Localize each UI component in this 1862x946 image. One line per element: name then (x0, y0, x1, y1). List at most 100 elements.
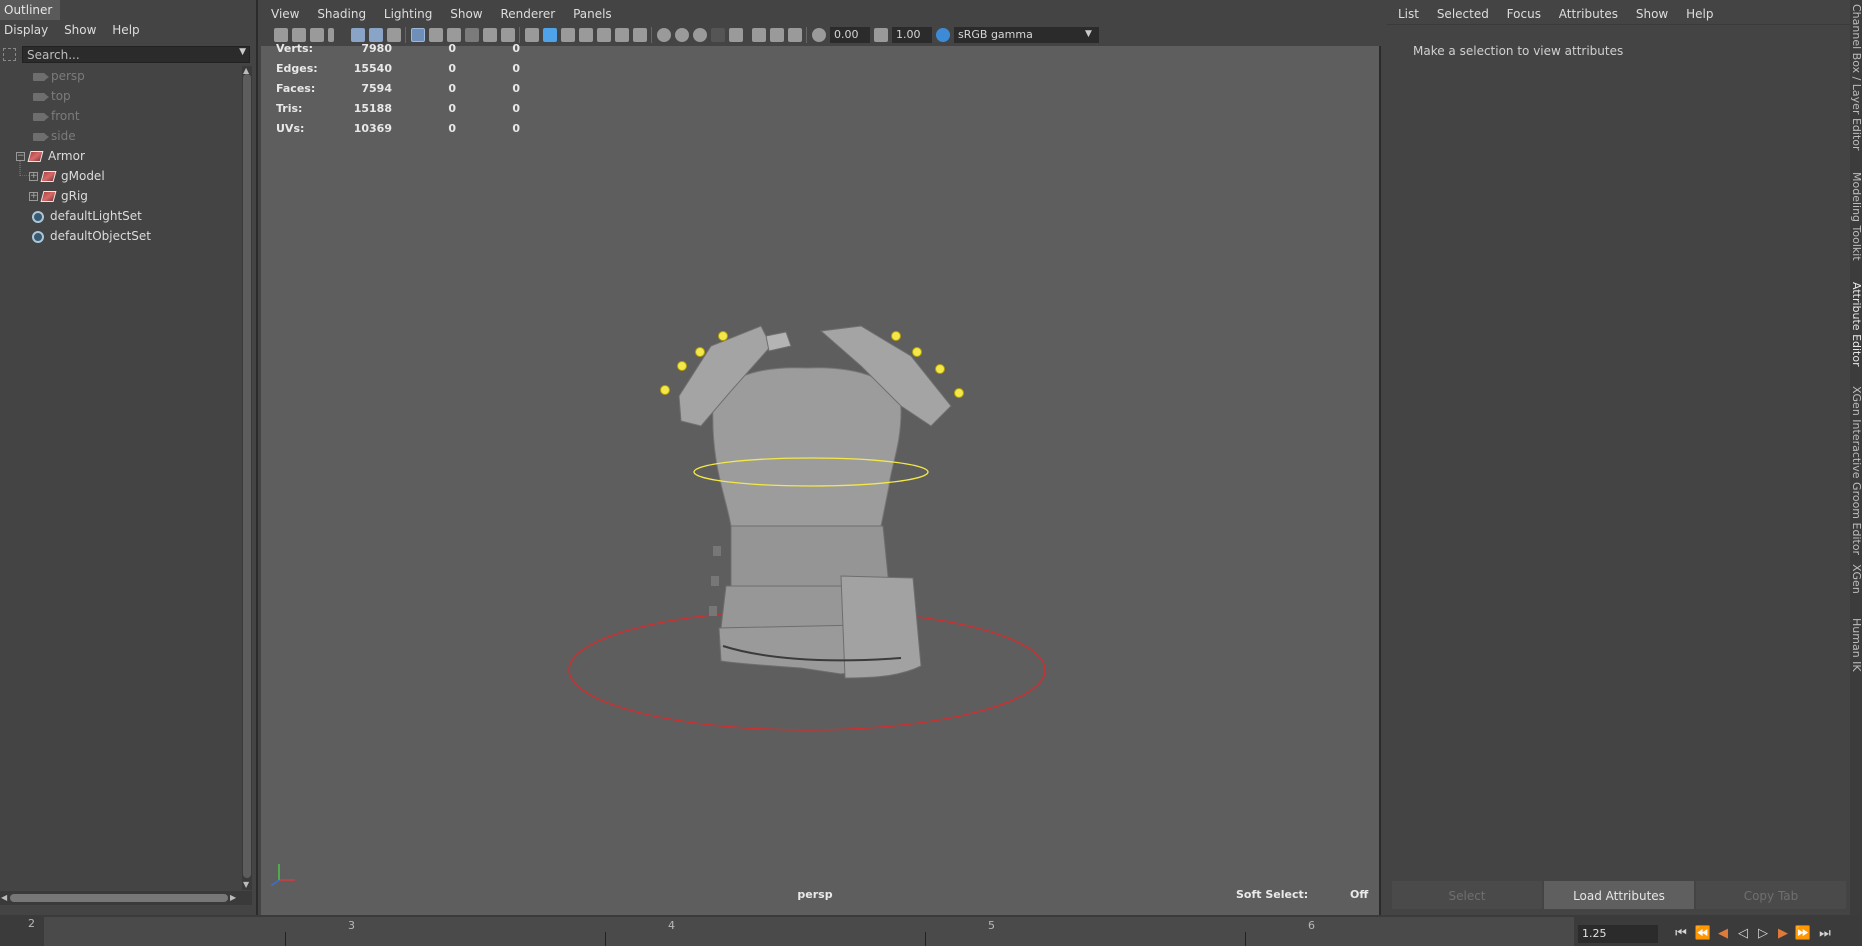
xray-icon[interactable] (729, 28, 743, 42)
isolate-select-icon[interactable] (711, 28, 725, 42)
use-lights-icon[interactable] (597, 28, 611, 42)
camera-name-label: persp (797, 888, 833, 901)
scroll-up-icon[interactable]: ▲ (243, 66, 249, 75)
outliner-menu-display[interactable]: Display (4, 20, 48, 40)
viewport-scene[interactable] (261, 46, 1379, 886)
locator[interactable] (912, 347, 922, 357)
textured-icon[interactable] (579, 28, 593, 42)
expand-icon[interactable]: + (29, 192, 38, 201)
color-management-icon[interactable] (936, 28, 950, 42)
viewport-menu-view[interactable]: View (271, 4, 299, 24)
attribute-editor-menubar: List Selected Focus Attributes Show Help (1387, 4, 1727, 24)
viewport-menubar: View Shading Lighting Show Renderer Pane… (261, 4, 626, 24)
timeline-tick-label: 3 (348, 919, 355, 932)
select-button[interactable]: Select (1392, 881, 1542, 909)
load-attributes-button[interactable]: Load Attributes (1544, 881, 1694, 909)
viewport-menu-show[interactable]: Show (450, 4, 482, 24)
locator[interactable] (660, 385, 670, 395)
locator[interactable] (677, 361, 687, 371)
go-to-start-icon[interactable]: ⏮ (1672, 924, 1690, 944)
exposure-field[interactable]: 0.00 (830, 27, 870, 43)
ambient-occlusion-icon[interactable] (633, 28, 647, 42)
timeline-tick-label: 5 (988, 919, 995, 932)
current-frame-field[interactable]: 1.25 (1578, 925, 1658, 943)
chevron-down-icon[interactable]: ▼ (1085, 29, 1092, 39)
outliner-search-row: ▼ (0, 44, 254, 66)
viewport-menu-shading[interactable]: Shading (317, 4, 366, 24)
tab-xgen[interactable]: XGen (1850, 564, 1862, 594)
play-backwards-icon[interactable]: ◁ (1734, 924, 1752, 944)
empty-selection-message: Make a selection to view attributes (1413, 44, 1624, 58)
exposure-icon[interactable] (812, 28, 826, 42)
filter-options-icon[interactable] (3, 48, 16, 61)
attr-menu-attributes[interactable]: Attributes (1559, 4, 1618, 24)
transform-icon (40, 191, 57, 202)
outliner-tab[interactable]: Outliner (0, 0, 60, 20)
scroll-down-icon[interactable]: ▼ (243, 880, 249, 889)
outliner-item-defaultlightset[interactable]: defaultLightSet (32, 206, 142, 226)
outliner-search-box[interactable]: ▼ (22, 46, 250, 63)
strap (713, 546, 721, 556)
anti-aliasing-icon[interactable] (675, 28, 689, 42)
step-forward-frame-icon[interactable]: ▶ (1774, 924, 1792, 944)
xray-joints-icon[interactable] (752, 28, 766, 42)
tree-connector-lines (19, 161, 29, 176)
outliner-item-defaultobjectset[interactable]: defaultObjectSet (32, 226, 151, 246)
outliner-search-input[interactable] (23, 47, 231, 62)
depth-of-field-icon[interactable] (693, 28, 707, 42)
tab-attribute-editor[interactable]: Attribute Editor (1850, 282, 1862, 367)
locator[interactable] (695, 347, 705, 357)
step-back-key-icon[interactable]: ⏪ (1694, 924, 1712, 944)
smooth-shade-icon[interactable] (543, 28, 557, 42)
divider (1387, 24, 1850, 25)
copy-tab-button[interactable]: Copy Tab (1696, 881, 1846, 909)
attr-menu-show[interactable]: Show (1636, 4, 1668, 24)
outliner-item-grig[interactable]: + gRig (29, 186, 88, 206)
outliner-tree: persp top front side − Armor + gModel + gRi… (0, 66, 240, 886)
attr-menu-list[interactable]: List (1398, 4, 1419, 24)
timeline-tick-label: 6 (1308, 919, 1315, 932)
locator[interactable] (718, 331, 728, 341)
outliner-horizontal-scroll-thumb[interactable] (10, 894, 228, 902)
viewport-menu-lighting[interactable]: Lighting (384, 4, 433, 24)
time-slider[interactable]: 3 4 5 6 (44, 917, 1574, 946)
gamma-icon[interactable] (874, 28, 888, 42)
backface-culling-icon[interactable] (788, 28, 802, 42)
outliner-menu-help[interactable]: Help (112, 20, 139, 40)
strap (711, 576, 719, 586)
gamma-field[interactable]: 1.00 (892, 27, 932, 43)
side-tab-strip: Channel Box / Layer Editor Modeling Tool… (1850, 0, 1862, 915)
attr-menu-help[interactable]: Help (1686, 4, 1713, 24)
tab-human-ik[interactable]: Human IK (1850, 618, 1862, 672)
locator[interactable] (935, 364, 945, 374)
scroll-left-icon[interactable]: ◀ (1, 893, 7, 902)
viewport-menu-renderer[interactable]: Renderer (500, 4, 555, 24)
motion-blur-icon[interactable] (657, 28, 671, 42)
view-transform-dropdown[interactable]: sRGB gamma (954, 27, 1099, 43)
tab-modeling-toolkit[interactable]: Modeling Toolkit (1850, 172, 1862, 261)
outliner-menu-show[interactable]: Show (64, 20, 96, 40)
step-forward-key-icon[interactable]: ⏩ (1794, 924, 1812, 944)
step-back-frame-icon[interactable]: ◀ (1714, 924, 1732, 944)
go-to-end-icon[interactable]: ⏭ (1816, 924, 1834, 944)
armor-model[interactable] (678, 325, 952, 679)
tab-xgen-groom-editor[interactable]: XGen Interactive Groom Editor (1850, 386, 1862, 555)
shadows-icon[interactable] (615, 28, 629, 42)
safe-action-icon[interactable] (465, 28, 479, 42)
attr-menu-selected[interactable]: Selected (1437, 4, 1489, 24)
outliner-item-label: gModel (61, 169, 105, 183)
xray-components-icon[interactable] (770, 28, 784, 42)
locator[interactable] (954, 388, 964, 398)
outliner-vertical-scroll-thumb[interactable] (243, 74, 251, 878)
wireframe-on-shaded-icon[interactable] (561, 28, 575, 42)
scroll-right-icon[interactable]: ▶ (230, 893, 236, 902)
locator[interactable] (891, 331, 901, 341)
attr-menu-focus[interactable]: Focus (1507, 4, 1541, 24)
viewport-menu-panels[interactable]: Panels (573, 4, 612, 24)
set-icon (32, 210, 44, 223)
tab-channel-box[interactable]: Channel Box / Layer Editor (1850, 4, 1862, 151)
wireframe-icon[interactable] (525, 28, 539, 42)
outliner-menubar: Display Show Help (0, 20, 256, 40)
play-forwards-icon[interactable]: ▷ (1754, 924, 1772, 944)
chevron-down-icon[interactable]: ▼ (239, 47, 246, 57)
